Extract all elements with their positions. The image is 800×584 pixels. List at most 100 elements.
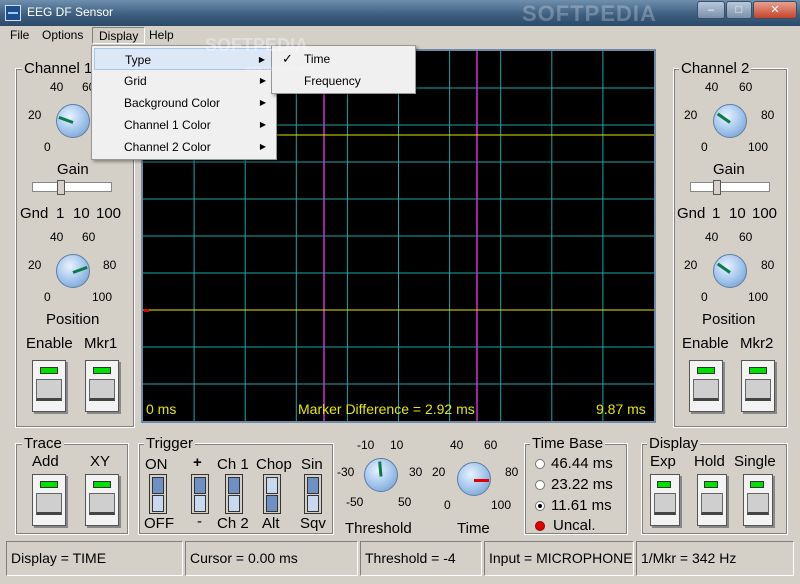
ch2-pos-scale-0: 0 (701, 290, 708, 304)
trace-title: Trace (22, 435, 64, 452)
uncal-indicator (535, 521, 545, 531)
ch2-gain-knob[interactable] (713, 104, 747, 138)
trigger-channel-switch[interactable] (225, 474, 243, 514)
ch1-gain-slider-thumb[interactable] (57, 180, 65, 195)
ch2-pos-scale-20: 20 (684, 258, 698, 272)
time-label: Time (457, 520, 490, 537)
timebase-title: Time Base (530, 435, 606, 452)
threshold-label: Threshold (345, 520, 412, 537)
trigger-sin-sqv-switch[interactable] (304, 474, 322, 514)
ch2-gain-scale-100: 100 (748, 140, 769, 154)
ch1-pos-scale-60: 60 (82, 230, 96, 244)
trigger-off-label: OFF (144, 515, 174, 532)
ch2-gain-scale-80: 80 (761, 108, 775, 122)
submenu-arrow-icon: ▶ (259, 120, 266, 129)
submenu-arrow-icon: ▶ (259, 142, 266, 151)
ch1-pos-scale-0: 0 (44, 290, 51, 304)
display-panel-title: Display (647, 435, 701, 452)
trigger-onoff-switch[interactable] (149, 474, 167, 514)
ch2-position-label: Position (702, 311, 756, 328)
menu-item-channel1-color[interactable]: Channel 1 Color ▶ (94, 114, 274, 136)
ch2-gain-tick-100: 100 (752, 205, 778, 222)
status-display: Display = TIME (6, 541, 183, 576)
trace-xy-switch[interactable] (85, 474, 119, 526)
ch1-pos-scale-100: 100 (92, 290, 113, 304)
menu-options[interactable]: Options (36, 27, 89, 44)
ch2-enable-label: Enable (682, 335, 729, 352)
maximize-button[interactable]: □ (726, 1, 752, 19)
status-threshold: Threshold = -4 (360, 541, 482, 576)
ch2-pos-scale-100: 100 (748, 290, 769, 304)
time-knob[interactable] (457, 462, 491, 496)
ch2-position-knob[interactable] (713, 254, 747, 288)
trace-add-switch[interactable] (32, 474, 66, 526)
time-scale-100: 100 (491, 498, 512, 512)
threshold-scale-m50: -50 (346, 495, 364, 509)
trigger-chop-label: Chop (256, 456, 292, 473)
menu-file[interactable]: File (4, 27, 35, 44)
threshold-scale-m30: -30 (337, 465, 355, 479)
submenu-item-frequency[interactable]: Frequency (274, 70, 413, 92)
threshold-knob[interactable] (364, 458, 398, 492)
uncal-label: Uncal. (553, 517, 596, 534)
ch1-enable-switch[interactable] (32, 360, 66, 412)
display-single-switch[interactable] (743, 474, 773, 526)
threshold-scale-p30: 30 (409, 465, 423, 479)
display-hold-switch[interactable] (697, 474, 727, 526)
time-scale-0: 0 (444, 498, 451, 512)
ch1-enable-label: Enable (26, 335, 73, 352)
timebase-option-11[interactable]: 11.61 ms (551, 497, 612, 514)
timebase-option-46[interactable]: 46.44 ms (551, 455, 613, 472)
threshold-scale-p10: 10 (390, 438, 404, 452)
ch2-gain-slider[interactable] (690, 180, 770, 195)
display-exp-switch[interactable] (650, 474, 680, 526)
menu-item-channel2-color[interactable]: Channel 2 Color ▶ (94, 136, 274, 158)
close-button[interactable]: ✕ (753, 1, 797, 19)
status-mkr: 1/Mkr = 342 Hz (636, 541, 794, 576)
time-scale-80: 80 (505, 465, 519, 479)
menu-item-grid[interactable]: Grid ▶ (94, 70, 274, 92)
ch1-gain-knob[interactable] (56, 104, 90, 138)
ch2-gain-tick-10: 10 (729, 205, 746, 222)
ch1-position-label: Position (46, 311, 100, 328)
timebase-radio-11[interactable] (535, 501, 545, 511)
trace-xy-label: XY (90, 453, 111, 470)
timebase-radio-23[interactable] (535, 480, 545, 490)
menu-help[interactable]: Help (143, 27, 180, 44)
ch2-gain-scale-0: 0 (701, 140, 708, 154)
menu-item-grid-label: Grid (124, 74, 147, 88)
ch2-pos-scale-60: 60 (739, 230, 753, 244)
status-cursor: Cursor = 0.00 ms (185, 541, 358, 576)
trigger-title: Trigger (144, 435, 195, 452)
ch1-gain-slider[interactable] (32, 180, 112, 195)
scope-left-time: 0 ms (146, 401, 177, 417)
ch1-gain-tick-gnd: Gnd (20, 205, 49, 222)
trigger-chop-alt-switch[interactable] (263, 474, 281, 514)
time-scale-60: 60 (484, 438, 498, 452)
ch2-enable-switch[interactable] (689, 360, 723, 412)
display-hold-label: Hold (694, 453, 725, 470)
ch2-gain-slider-thumb[interactable] (713, 180, 721, 195)
channel2-title: Channel 2 (679, 60, 752, 77)
menu-item-background-color[interactable]: Background Color ▶ (94, 92, 274, 114)
softpedia-watermark-url: www.softpedia.com (245, 64, 314, 73)
timebase-radio-46[interactable] (535, 459, 545, 469)
trace-add-label: Add (32, 453, 59, 470)
ch2-marker-label: Mkr2 (740, 335, 774, 352)
ch2-marker-switch[interactable] (741, 360, 775, 412)
watermark-text: SOFTPEDIA (522, 1, 657, 26)
ch1-gain-tick-1: 1 (56, 205, 65, 222)
menu-item-type-label: Type (125, 53, 152, 67)
trigger-sqv-label: Sqv (300, 515, 326, 532)
threshold-scale-m10: -10 (357, 438, 375, 452)
ch2-pos-scale-40: 40 (705, 230, 719, 244)
ch1-marker-switch[interactable] (85, 360, 119, 412)
ch1-position-knob[interactable] (56, 254, 90, 288)
trigger-polarity-switch[interactable] (191, 474, 209, 514)
timebase-option-23[interactable]: 23.22 ms (551, 476, 613, 493)
trigger-on-label: ON (145, 456, 168, 473)
ch1-gain-scale-20: 20 (28, 108, 42, 122)
minimize-button[interactable]: – (697, 1, 725, 19)
menu-bar: File Options Display Help (0, 26, 800, 46)
menu-display[interactable]: Display (92, 27, 146, 44)
